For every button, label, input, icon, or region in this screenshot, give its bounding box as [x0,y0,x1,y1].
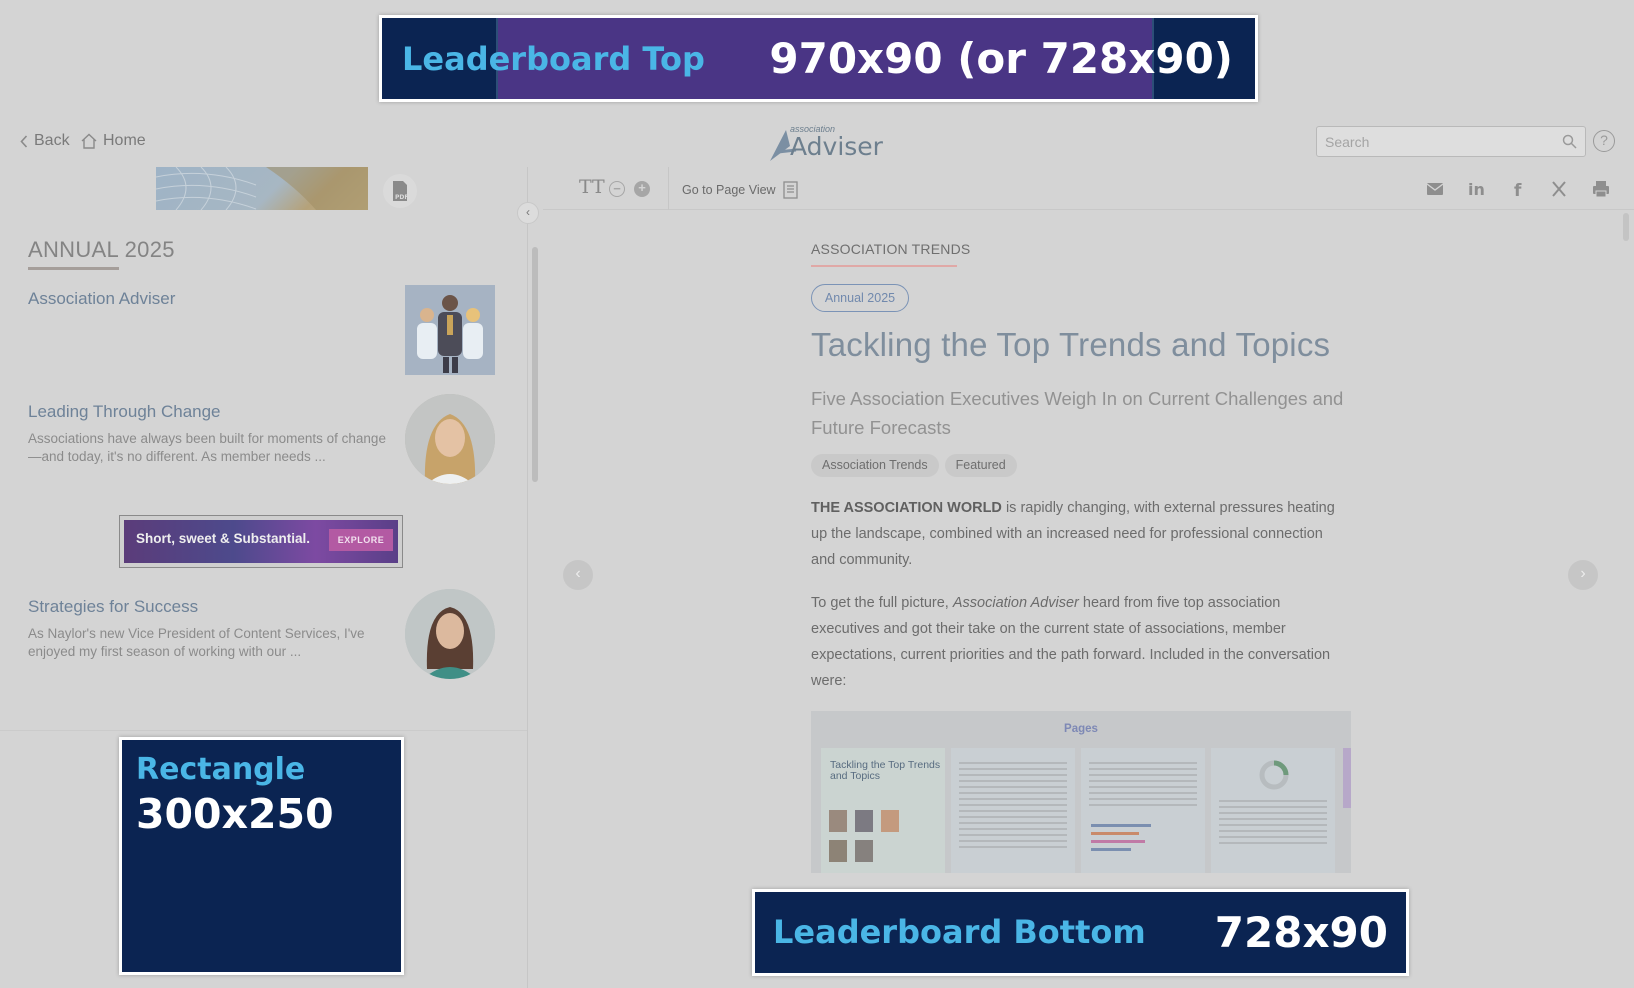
sidebar-article-association-adviser[interactable]: Association Adviser [28,285,498,375]
author-avatar[interactable] [405,589,495,679]
x-icon[interactable] [1549,179,1569,199]
sidebar-divider [0,730,527,731]
executive-headshots [829,810,899,862]
bar-graphic [1091,824,1151,851]
page-thumbnail[interactable]: Tackling the Top Trends and Topics [821,748,945,873]
print-icon[interactable] [1591,179,1611,199]
article-title: Tackling the Top Trends and Topics [811,326,1331,363]
ad-label: Leaderboard Top [402,40,705,78]
sidebar-border [527,167,528,988]
sidebar-scrollbar[interactable] [532,247,538,482]
page-thumbnails-strip: Pages Tackling the Top Trends and Topics [811,711,1351,873]
promo-text: Short, sweet & Substantial. [136,531,311,546]
linkedin-icon[interactable]: in [1466,179,1486,199]
rectangle-ad[interactable]: Rectangle 300x250 [119,737,404,975]
increase-text-size-button[interactable]: + [634,181,650,197]
article-paragraph: To get the full picture, Association Adv… [811,590,1351,694]
sidebar-promo-ad[interactable]: Short, sweet & Substantial. EXPLORE [119,515,403,568]
tag-association-trends[interactable]: Association Trends [811,454,939,477]
publication-name: Association Adviser [952,595,1079,611]
leaderboard-top-ad[interactable]: Leaderboard Top 970x90 (or 728x90) [379,15,1258,102]
pdf-download-button[interactable]: PDF [383,174,417,208]
home-link[interactable]: Home [80,132,146,150]
page-text-lines [959,762,1067,852]
chevron-left-icon: ‹ [575,565,581,582]
previous-article-button[interactable]: ‹ [563,560,593,590]
svg-text:PDF: PDF [395,194,408,201]
next-article-button[interactable]: › [1568,560,1598,590]
toolbar-divider [668,167,669,210]
page-thumbnail-title: Tackling the Top Trends and Topics [830,759,941,782]
team-illustration [417,295,483,373]
donut-graphic [1259,760,1289,790]
article-tags: Association Trends Featured [811,454,1017,477]
back-link[interactable]: Back [20,132,70,150]
site-logo[interactable]: association Adviser [768,124,883,161]
search-input[interactable] [1317,127,1547,156]
facebook-icon[interactable]: f [1508,179,1528,199]
site-header: Back Home association Adviser ? [0,120,1634,167]
paragraph-text: To get the full picture, [811,595,953,611]
page-thumbnail[interactable] [951,748,1075,873]
ad-size: 728x90 [1214,908,1388,957]
tag-featured[interactable]: Featured [944,454,1017,477]
ad-size: 300x250 [136,790,334,838]
sidebar-article-leading-through-change[interactable]: Leading Through Change Associations have… [28,394,498,484]
article-paragraph: THE ASSOCIATION WORLD is rapidly changin… [811,495,1351,573]
text-size-icon: TT [579,176,605,198]
go-to-page-view-label: Go to Page View [682,183,776,197]
decrease-text-size-button[interactable]: − [609,181,625,197]
page-view-icon [782,181,798,199]
leaderboard-bottom-ad[interactable]: Leaderboard Bottom 728x90 [752,889,1409,976]
article-category[interactable]: ASSOCIATION TRENDS [811,241,970,257]
chevron-left-icon [20,134,28,148]
next-page-peek [1343,748,1351,808]
section-title-underline [28,267,119,270]
email-icon[interactable] [1425,179,1445,199]
home-icon [81,133,97,149]
article-toolbar: TT − + Go to Page View in f [543,167,1634,210]
author-portrait [405,394,495,484]
globe-graphic [156,167,368,210]
article-description: As Naylor's new Vice President of Conten… [28,626,365,659]
search-icon[interactable] [1562,134,1577,149]
collapse-sidebar-button[interactable]: ‹ [517,202,539,224]
logo-big-text: Adviser [790,132,883,161]
page-text-lines [1219,800,1327,848]
page-thumbnail[interactable] [1211,748,1335,873]
promo-banner: Short, sweet & Substantial. EXPLORE [124,520,398,563]
article-description: Associations have always been built for … [28,431,386,464]
ad-label: Rectangle [136,752,306,787]
sidebar-article-strategies-for-success[interactable]: Strategies for Success As Naylor's new V… [28,589,498,679]
issue-cover-thumbnail[interactable] [156,167,368,210]
pages-label: Pages [1064,723,1098,735]
page-thumbnail[interactable] [1081,748,1205,873]
author-avatar[interactable] [405,394,495,484]
page-text-lines [1089,762,1197,810]
issue-sidebar: PDF ‹ ANNUAL 2025 Association Adviser Le… [0,167,539,988]
lead-in: THE ASSOCIATION WORLD [811,500,1002,516]
search-box [1316,126,1586,157]
home-label: Home [103,132,146,149]
chevron-right-icon: › [1580,565,1586,582]
author-portrait [405,589,495,679]
category-underline [811,265,957,267]
ad-size: 970x90 (or 728x90) [769,34,1233,83]
svg-text:in: in [1468,180,1485,199]
chevron-left-icon: ‹ [526,205,530,219]
svg-text:f: f [1514,181,1522,199]
issue-section-title: ANNUAL 2025 [28,237,175,262]
article-subtitle: Five Association Executives Weigh In on … [811,388,1344,438]
help-icon[interactable]: ? [1593,130,1615,152]
article-thumbnail[interactable] [405,285,495,375]
ad-label: Leaderboard Bottom [773,913,1146,951]
go-to-page-view-button[interactable]: Go to Page View [682,181,798,199]
back-label: Back [34,132,70,149]
article-scrollbar[interactable] [1623,213,1629,241]
pdf-icon: PDF [393,181,408,201]
explore-button[interactable]: EXPLORE [329,529,393,551]
issue-badge[interactable]: Annual 2025 [811,284,909,312]
